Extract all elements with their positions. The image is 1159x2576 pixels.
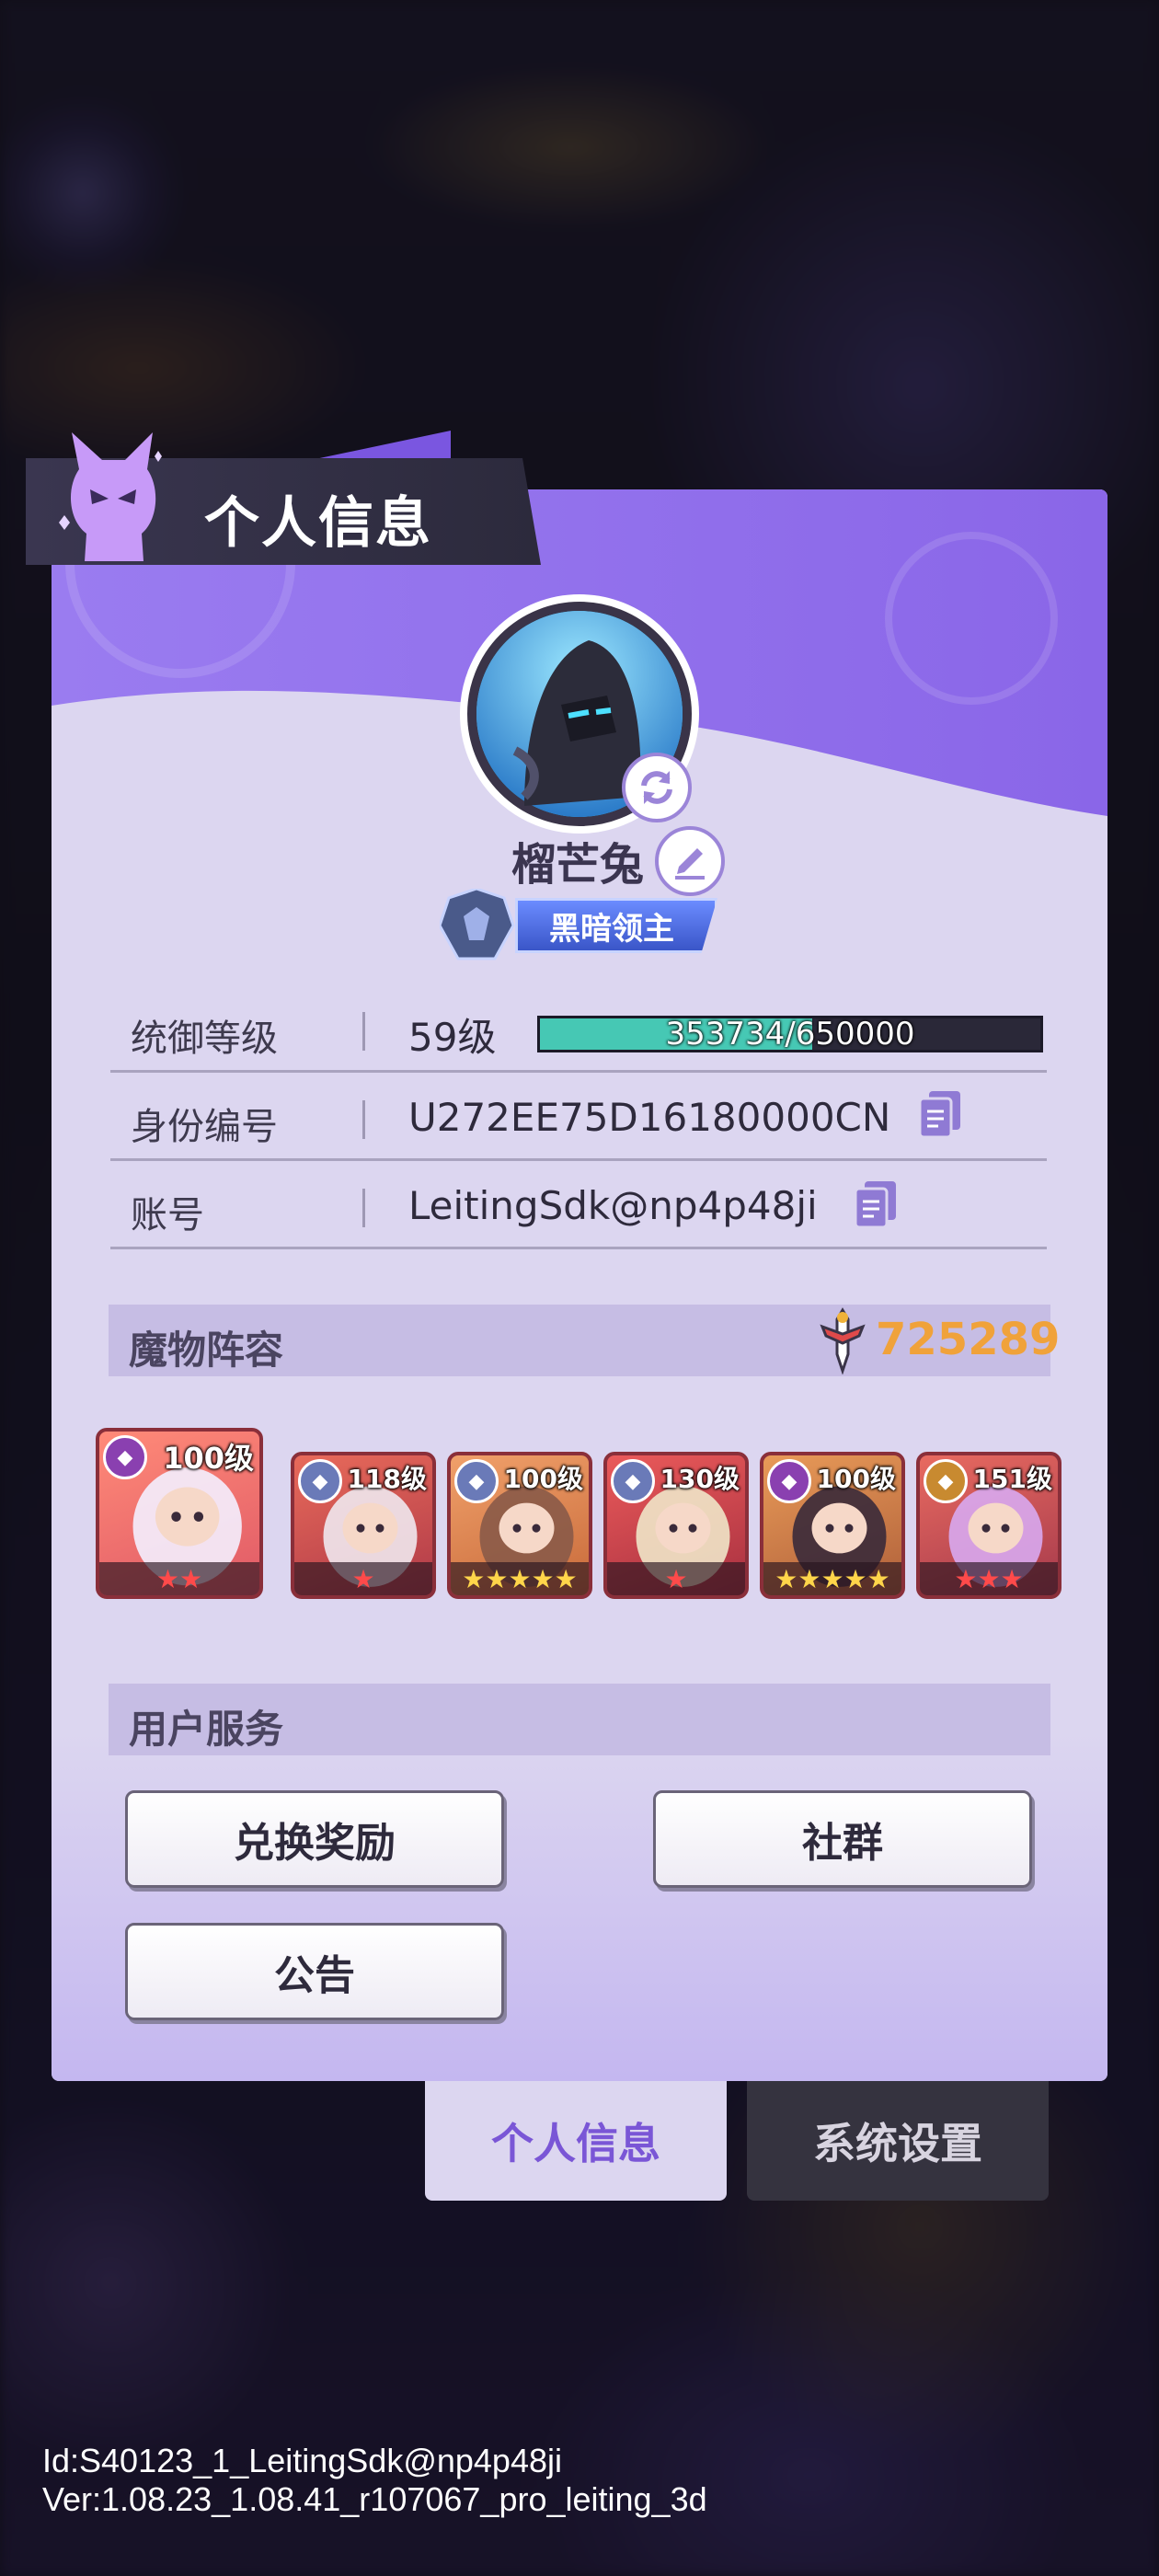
divider: [362, 1100, 365, 1139]
id-value: U272EE75D16180000CN: [408, 1095, 891, 1140]
lineup-title: 魔物阵容: [129, 1328, 284, 1373]
faction-icon: ◆: [611, 1459, 655, 1503]
monster-stars: ★: [294, 1562, 432, 1595]
page-title: 个人信息: [204, 491, 432, 556]
notice-button[interactable]: 公告: [125, 1923, 504, 2020]
monster-stars: ★: [607, 1562, 745, 1595]
account-label: 账号: [131, 1194, 204, 1236]
monster-stars: ★★★★★: [763, 1562, 901, 1595]
copy-id-icon[interactable]: [916, 1089, 964, 1141]
change-avatar-button[interactable]: [622, 753, 692, 822]
tab-settings[interactable]: 系统设置: [747, 2081, 1049, 2201]
footer-version-text: Ver:1.08.23_1.08.41_r107067_pro_leiting_…: [42, 2480, 707, 2518]
edit-name-button[interactable]: [655, 826, 725, 896]
tab-profile[interactable]: 个人信息: [425, 2081, 727, 2201]
monster-card[interactable]: ◆ 100级 ★★: [96, 1428, 263, 1599]
faction-icon: ◆: [767, 1459, 811, 1503]
exp-progress-text: 353734/650000: [665, 1016, 915, 1052]
panel-bottom-decoration: [52, 1731, 1107, 2081]
monster-stars: ★★★★★: [451, 1562, 589, 1595]
monster-card[interactable]: ◆ 130级 ★: [603, 1452, 749, 1599]
refresh-icon: [641, 771, 672, 804]
level-row: 统御等级 59级 353734/650000: [110, 984, 1047, 1073]
monster-level: 100级: [163, 1441, 254, 1476]
monster-card[interactable]: ◆ 100级 ★★★★★: [447, 1452, 592, 1599]
id-label: 身份编号: [131, 1106, 278, 1148]
lineup-power-value: 725289: [876, 1314, 1061, 1365]
monster-level: 130级: [660, 1464, 740, 1494]
faction-icon: ◆: [924, 1459, 968, 1503]
account-value: LeitingSdk@np4p48ji: [408, 1183, 818, 1228]
account-row: 账号 LeitingSdk@np4p48ji: [110, 1161, 1047, 1249]
level-value: 59级: [408, 1015, 497, 1060]
exp-progress-bar: 353734/650000: [537, 1016, 1043, 1052]
copy-account-icon[interactable]: [852, 1179, 900, 1231]
title-badge-emblem-icon: [440, 889, 515, 960]
level-label: 统御等级: [131, 1018, 278, 1060]
monster-card[interactable]: ◆ 100级 ★★★★★: [760, 1452, 905, 1599]
id-row: 身份编号 U272EE75D16180000CN: [110, 1073, 1047, 1161]
monster-level: 118级: [347, 1464, 427, 1494]
redeem-rewards-button[interactable]: 兑换奖励: [125, 1790, 504, 1888]
services-title: 用户服务: [129, 1707, 284, 1752]
faction-icon: ◆: [298, 1459, 342, 1503]
monster-card[interactable]: ◆ 118级 ★: [291, 1452, 436, 1599]
community-button[interactable]: 社群: [653, 1790, 1032, 1888]
pencil-icon: [675, 848, 705, 880]
divider: [362, 1189, 365, 1227]
sword-power-icon: [820, 1307, 866, 1374]
divider: [362, 1012, 365, 1051]
monster-level: 151级: [972, 1464, 1052, 1494]
monster-card[interactable]: ◆ 151级 ★★★: [916, 1452, 1061, 1599]
monster-stars: ★★: [99, 1562, 259, 1595]
footer-id-text: Id:S40123_1_LeitingSdk@np4p48ji: [42, 2442, 562, 2479]
monster-level: 100级: [816, 1464, 896, 1494]
faction-icon: ◆: [454, 1459, 499, 1503]
faction-icon: ◆: [103, 1435, 147, 1479]
monster-stars: ★★★: [920, 1562, 1058, 1595]
services-section-header: 用户服务: [109, 1684, 1050, 1755]
monster-level: 100级: [503, 1464, 583, 1494]
lineup-section-header: 魔物阵容 725289: [109, 1305, 1060, 1376]
cat-logo-icon: [59, 432, 162, 561]
player-name: 榴芒兔: [511, 839, 645, 891]
